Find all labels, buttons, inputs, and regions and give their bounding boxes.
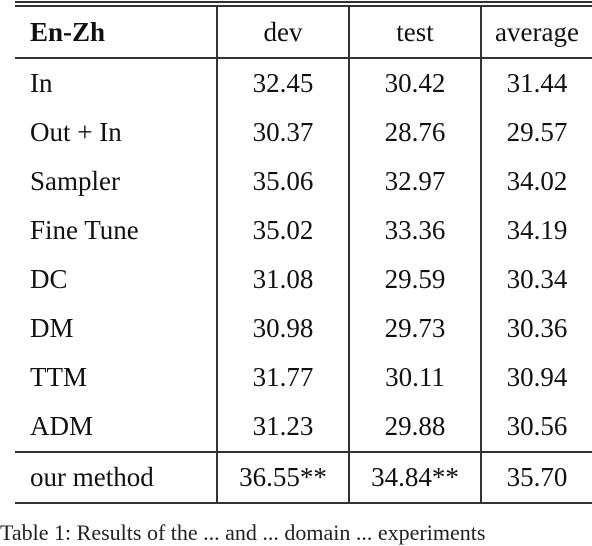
table-row: ADM 31.23 29.88 30.56 [15, 402, 592, 452]
table-row: Sampler 35.06 32.97 34.02 [15, 157, 592, 206]
method-name: our method [15, 451, 218, 504]
results-table-container: En-Zh dev test average In 32.45 30.42 31… [15, 0, 592, 504]
average-score: 30.56 [506, 411, 568, 441]
dev-score: 30.37 [217, 108, 350, 157]
test-score: 30.42 [349, 58, 482, 108]
dev-score: 31.08 [217, 255, 350, 304]
table-caption: Table 1: Results of the ... and ... doma… [0, 520, 486, 545]
test-score: 28.76 [349, 108, 482, 157]
test-score: 29.88 [349, 402, 482, 452]
table-row: Fine Tune 35.02 33.36 34.19 [15, 206, 592, 255]
header-language-pair: En-Zh [15, 7, 218, 59]
method-name: DC [15, 255, 218, 304]
average-score: 30.94 [506, 362, 568, 392]
dev-score: 30.98 [217, 304, 350, 353]
method-name: TTM [15, 353, 218, 402]
table-row: DC 31.08 29.59 30.34 [15, 255, 592, 304]
average-score: 34.02 [506, 166, 568, 196]
dev-score: 32.45 [217, 58, 350, 108]
header-test: test [349, 7, 482, 59]
method-name: Fine Tune [15, 206, 218, 255]
dev-score: 36.55** [217, 451, 350, 504]
method-name: DM [15, 304, 218, 353]
dev-score: 35.02 [217, 206, 350, 255]
test-score: 32.97 [349, 157, 482, 206]
average-score: 30.36 [506, 313, 568, 343]
average-score: 34.19 [506, 215, 568, 245]
table-row: TTM 31.77 30.11 30.94 [15, 353, 592, 402]
header-dev: dev [217, 7, 350, 59]
test-score: 34.84** [349, 451, 482, 504]
average-score: 29.57 [506, 117, 568, 147]
method-name: Sampler [15, 157, 218, 206]
dev-score: 31.23 [217, 402, 350, 452]
results-table: En-Zh dev test average In 32.45 30.42 31… [15, 7, 592, 504]
header-average: average [481, 7, 592, 59]
test-score: 29.73 [349, 304, 482, 353]
dev-score: 35.06 [217, 157, 350, 206]
average-score: 35.70 [481, 451, 592, 504]
table-row: DM 30.98 29.73 30.36 [15, 304, 592, 353]
method-name: ADM [15, 402, 218, 452]
test-score: 29.59 [349, 255, 482, 304]
method-name: In [15, 58, 218, 108]
test-score: 33.36 [349, 206, 482, 255]
average-score: 31.44 [506, 68, 568, 98]
table-row: Out + In 30.37 28.76 29.57 [15, 108, 592, 157]
test-score: 30.11 [349, 353, 482, 402]
table-row: In 32.45 30.42 31.44 [15, 58, 592, 108]
dev-score: 31.77 [217, 353, 350, 402]
our-method-row: our method 36.55** 34.84** 35.70 [15, 451, 592, 504]
average-score: 30.34 [506, 264, 568, 294]
header-row: En-Zh dev test average [15, 7, 592, 59]
method-name: Out + In [15, 108, 218, 157]
